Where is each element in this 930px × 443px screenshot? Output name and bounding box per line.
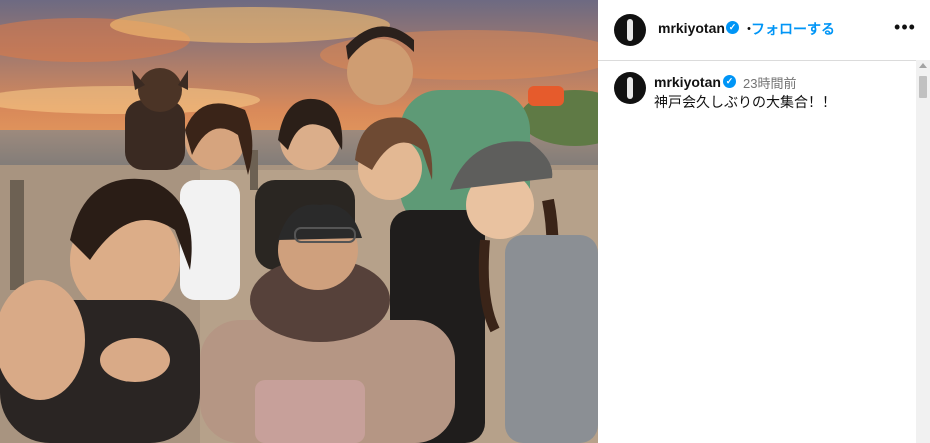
verified-badge-icon: ✓ <box>723 75 736 88</box>
author-username[interactable]: mrkiyotan <box>658 20 725 36</box>
scroll-up-arrow-icon[interactable] <box>919 63 927 68</box>
caption-username[interactable]: mrkiyotan <box>654 74 721 90</box>
caption-avatar[interactable] <box>614 72 646 104</box>
verified-badge-icon: ✓ <box>726 21 739 34</box>
post-time[interactable]: 23時間前 <box>743 73 796 92</box>
scroll-thumb[interactable] <box>919 76 927 98</box>
post-photo[interactable] <box>0 0 598 443</box>
group-selfie-image <box>0 0 598 443</box>
comments-scrollbar[interactable] <box>916 60 930 443</box>
more-options-icon[interactable]: ••• <box>890 12 920 42</box>
post-side-panel: mrkiyotan ✓ ・ フォローする ••• mrkiyotan ✓ 23時… <box>598 0 930 443</box>
author-avatar[interactable] <box>614 14 646 46</box>
post-caption: 神戸会久しぶりの大集合！！ <box>654 94 836 110</box>
follow-button[interactable]: フォローする <box>751 19 835 39</box>
header-divider <box>598 60 930 61</box>
